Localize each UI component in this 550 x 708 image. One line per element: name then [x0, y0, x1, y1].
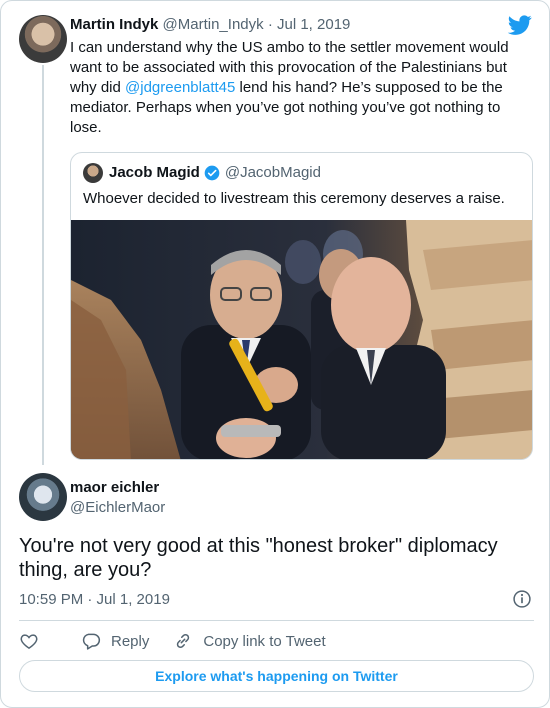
reply-icon [82, 633, 101, 650]
tweet-actions: Reply Copy link to Tweet [19, 629, 350, 653]
like-button[interactable] [19, 631, 49, 651]
copy-link-label: Copy link to Tweet [203, 632, 326, 650]
quoted-tweet-photo[interactable] [71, 220, 532, 459]
tweet-date[interactable]: Jul 1, 2019 [277, 16, 350, 33]
reply-author-name[interactable]: maor eichler [70, 478, 159, 498]
quoted-author-name: Jacob Magid [109, 164, 200, 181]
quoted-author-handle: @JacobMagid [224, 164, 321, 181]
author-handle[interactable]: @Martin_Indyk [163, 16, 264, 33]
info-icon[interactable] [512, 589, 532, 609]
reply-button[interactable]: Reply [81, 631, 149, 651]
tweet-text: I can understand why the US ambo to the … [70, 38, 515, 138]
parent-tweet-header: Martin Indyk @Martin_Indyk · Jul 1, 2019 [70, 13, 515, 37]
reply-timestamp[interactable]: 10:59 PM · Jul 1, 2019 [19, 590, 170, 610]
photo-illustration [71, 220, 532, 459]
tweet-embed-card: Martin Indyk @Martin_Indyk · Jul 1, 2019… [0, 0, 550, 708]
author-name[interactable]: Martin Indyk [70, 16, 158, 33]
copy-link-icon [177, 633, 190, 649]
quoted-tweet-text: Whoever decided to livestream this cerem… [83, 190, 505, 207]
parent-tweet-body: Martin Indyk @Martin_Indyk · Jul 1, 2019… [70, 13, 515, 138]
reply-label: Reply [111, 632, 150, 650]
heart-icon [20, 634, 38, 649]
twitter-bird-icon[interactable] [507, 13, 533, 37]
avatar[interactable] [19, 15, 67, 63]
quoted-tweet[interactable]: Jacob Magid @JacobMagid Whoever decided … [70, 152, 533, 460]
mention-link[interactable]: @jdgreenblatt45 [125, 79, 235, 96]
reply-tweet-text: You're not very good at this "honest bro… [19, 535, 498, 581]
avatar[interactable] [19, 473, 67, 521]
avatar [83, 163, 103, 183]
verified-badge-icon [204, 165, 220, 181]
thread-connector-line [42, 65, 44, 465]
explore-twitter-button[interactable]: Explore what's happening on Twitter [19, 660, 534, 692]
divider [19, 620, 534, 621]
copy-link-button[interactable]: Copy link to Tweet [173, 631, 326, 651]
reply-author-handle[interactable]: @EichlerMaor [70, 498, 165, 518]
quoted-tweet-header: Jacob Magid @JacobMagid [83, 163, 321, 183]
separator-dot: · [267, 16, 273, 33]
